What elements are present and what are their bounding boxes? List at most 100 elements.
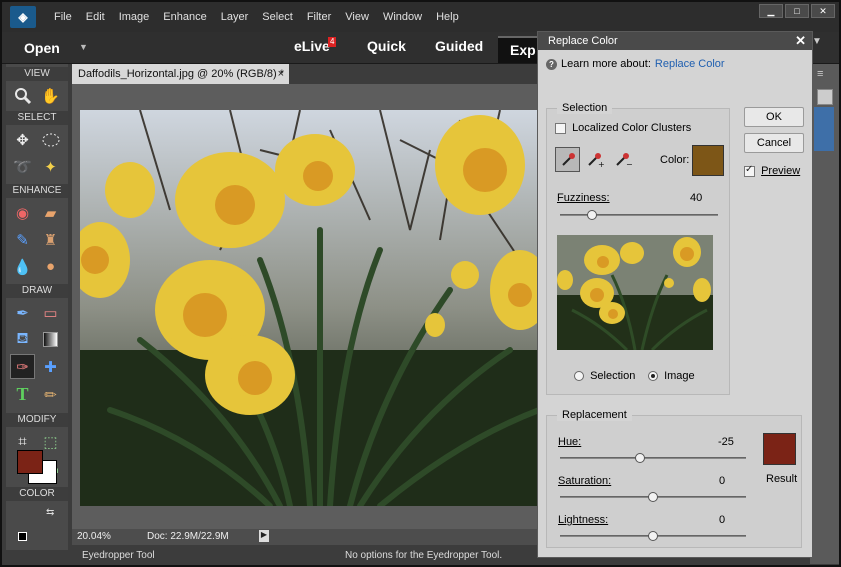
preview-checkbox[interactable] [744,164,755,177]
menu-help[interactable]: Help [429,11,466,23]
status-menu-arrow-icon[interactable]: ▶ [259,530,269,542]
document-tab-title: Daffodils_Horizontal.jpg @ 20% (RGB/8) * [78,68,284,80]
radio-selection-row[interactable]: Selection [574,370,635,382]
swap-colors-icon[interactable]: ⇆ [46,507,54,518]
panel-selected-item[interactable] [814,107,834,151]
app-logo-icon: ◈ [10,6,36,28]
replace-color-dialog: Replace Color ✕ ? Learn more about: Repl… [537,31,813,558]
preview-checkbox-row[interactable]: Preview [744,164,800,177]
tool-options-message: No options for the Eyedropper Tool. [345,550,503,561]
document-tab[interactable]: Daffodils_Horizontal.jpg @ 20% (RGB/8) *… [72,64,289,84]
help-icon: ? [546,58,557,70]
custom-shape-icon[interactable]: ✚ [38,354,63,379]
radio-selection[interactable] [574,371,584,382]
close-window-button[interactable]: ✕ [811,4,835,18]
selection-group-label: Selection [557,102,613,114]
selection-color-swatch[interactable] [692,145,724,176]
maximize-button[interactable]: □ [785,4,809,18]
close-document-icon[interactable]: × [278,64,284,84]
ok-button[interactable]: OK [744,107,804,127]
section-modify: MODIFY [6,413,68,427]
red-eye-tool-icon[interactable]: ◉ [10,200,35,225]
status-bar: 20.04% Doc: 22.9M/22.9M ▶ [72,529,539,545]
foreground-color-swatch[interactable] [17,450,43,474]
cancel-button[interactable]: Cancel [744,133,804,153]
brush-tool-icon[interactable]: ✒ [10,300,35,325]
current-tool-name: Eyedropper Tool [82,550,155,561]
saturation-slider-thumb[interactable] [648,492,658,502]
fuzziness-value[interactable]: 40 [690,192,702,204]
hue-label: Hue: [558,436,582,448]
panel-dropdown[interactable] [817,89,833,105]
eraser-tool-icon[interactable]: ▭ [38,300,63,325]
document-size: Doc: 22.9M/22.9M [147,531,229,542]
eyedropper-icon[interactable] [555,147,580,172]
menu-filter[interactable]: Filter [300,11,338,23]
menu-view[interactable]: View [338,11,376,23]
selection-preview-image [557,235,713,350]
lightness-slider-thumb[interactable] [648,531,658,541]
tool-options-bar: Eyedropper Tool No options for the Eyedr… [72,545,539,565]
result-color-swatch[interactable] [763,433,796,465]
menu-enhance[interactable]: Enhance [156,11,213,23]
open-dropdown-icon[interactable]: ▼ [79,42,88,52]
sponge-tool-icon[interactable]: ● [38,254,63,279]
selection-group: Selection Localized Color Clusters + − C… [546,102,730,395]
localized-clusters-checkbox[interactable] [555,122,566,134]
lightness-label: Lightness: [558,514,609,526]
tab-quick[interactable]: Quick [367,38,406,54]
healing-brush-icon[interactable]: ▰ [38,200,63,225]
fuzziness-slider-thumb[interactable] [586,210,597,220]
move-tool-icon[interactable]: ✥ [10,127,35,152]
radio-image-row[interactable]: Image [648,370,695,382]
magic-wand-tool-icon[interactable]: ✦ [38,154,63,179]
smart-brush-icon[interactable]: ✎ [10,227,35,252]
minimize-button[interactable]: ▁ [759,4,783,18]
radio-image[interactable] [648,371,658,382]
fuzziness-slider-track[interactable] [560,214,718,216]
hue-value[interactable]: -25 [718,436,734,448]
hue-slider-track[interactable] [560,457,746,459]
hand-tool-icon[interactable]: ✋ [38,83,63,108]
result-label: Result [766,473,798,485]
dialog-close-icon[interactable]: ✕ [795,32,806,50]
eyedropper-tool-icon[interactable]: ✑ [10,354,35,379]
zoom-tool-icon[interactable] [10,83,35,108]
menu-file[interactable]: File [47,11,79,23]
paint-bucket-icon[interactable]: ⛾ [10,327,35,352]
learn-more-link[interactable]: Replace Color [655,58,725,70]
blur-tool-icon[interactable]: 💧 [10,254,35,279]
pencil-tool-icon[interactable]: ✏ [38,382,63,407]
dialog-title: Replace Color [548,35,618,47]
menu-window[interactable]: Window [376,11,429,23]
hue-slider-thumb[interactable] [634,453,645,463]
default-colors-icon[interactable] [18,532,27,541]
localized-clusters-label: Localized Color Clusters [572,122,692,134]
fuzziness-label: Fuzziness: [557,192,610,204]
lasso-tool-icon[interactable]: ➰ [10,154,35,179]
eyedropper-minus-icon[interactable]: − [611,147,636,172]
menu-items: File Edit Image Enhance Layer Select Fil… [47,11,466,23]
panel-collapse-icon[interactable]: ▼ [812,36,822,47]
learn-more-row: ? Learn more about: Replace Color [546,58,725,70]
tab-guided[interactable]: Guided [435,38,483,54]
gradient-tool-icon[interactable] [38,327,63,352]
zoom-level[interactable]: 20.04% [77,531,111,542]
eyedropper-plus-icon[interactable]: + [583,147,608,172]
menu-layer[interactable]: Layer [214,11,256,23]
panel-menu-icon[interactable]: ≡ [817,68,823,80]
dialog-title-bar: Replace Color ✕ [538,32,812,50]
menu-image[interactable]: Image [112,11,157,23]
tab-elive[interactable]: eLive [294,38,330,54]
saturation-value[interactable]: 0 [719,475,725,487]
menu-edit[interactable]: Edit [79,11,112,23]
localized-clusters-row[interactable]: Localized Color Clusters [555,122,691,134]
type-tool-icon[interactable]: T [10,382,35,407]
marquee-tool-icon[interactable] [38,127,63,152]
clone-stamp-icon[interactable]: ♜ [38,227,63,252]
lightness-value[interactable]: 0 [719,514,725,526]
svg-text:+: + [598,160,605,168]
document-image[interactable] [80,110,539,506]
menu-select[interactable]: Select [255,11,300,23]
open-button[interactable]: Open [24,40,60,56]
